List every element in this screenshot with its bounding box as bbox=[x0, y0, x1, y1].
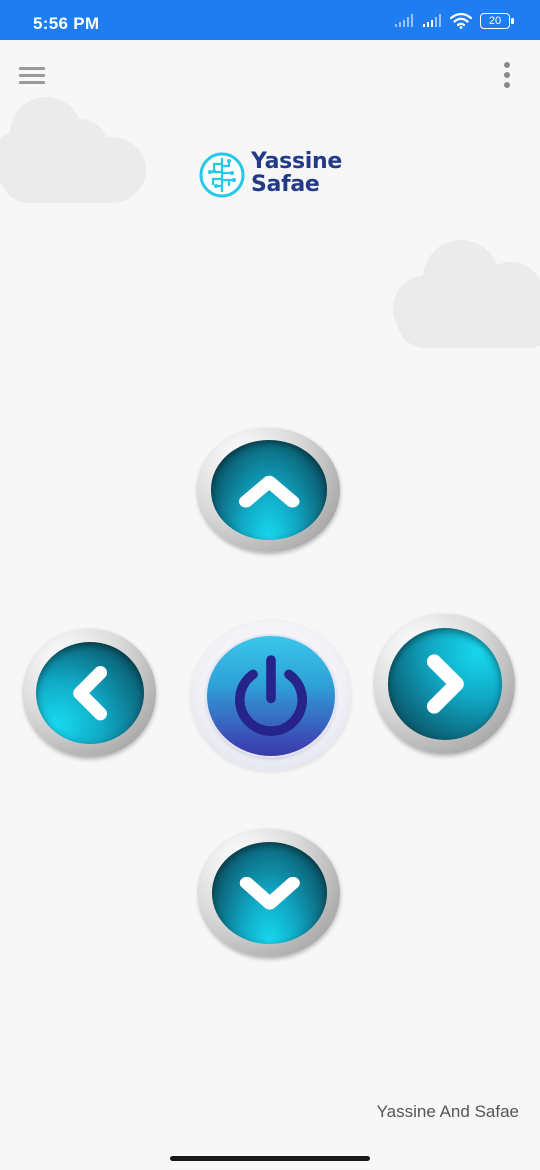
down-button-ring bbox=[199, 829, 340, 957]
circuit-brain-icon bbox=[199, 152, 245, 198]
chevron-left-icon bbox=[73, 665, 107, 721]
cloud-decoration bbox=[0, 95, 150, 207]
status-icons: 20 bbox=[394, 13, 514, 29]
chevron-down-icon bbox=[239, 876, 300, 910]
status-bar: 5:56 PM 20 bbox=[0, 0, 540, 40]
cloud-decoration bbox=[393, 240, 540, 350]
signal-icon bbox=[423, 14, 441, 27]
home-indicator[interactable] bbox=[170, 1156, 370, 1161]
brand-logo: Yassine Safae bbox=[199, 150, 349, 202]
power-button-ring bbox=[191, 621, 351, 771]
up-button-ring bbox=[198, 428, 340, 552]
up-button[interactable] bbox=[198, 428, 340, 552]
right-button-ring bbox=[375, 614, 515, 754]
hamburger-menu-icon[interactable] bbox=[14, 60, 50, 90]
battery-level: 20 bbox=[488, 15, 502, 27]
power-icon bbox=[235, 655, 307, 736]
wifi-icon bbox=[450, 13, 472, 29]
logo-line-1: Yassine bbox=[251, 149, 342, 174]
down-button[interactable] bbox=[199, 829, 340, 957]
down-button-face bbox=[211, 841, 328, 945]
left-button-ring bbox=[24, 629, 156, 757]
right-button-face bbox=[387, 628, 503, 740]
status-time: 5:56 PM bbox=[33, 14, 100, 33]
battery-icon: 20 bbox=[480, 13, 514, 29]
footer-label: Yassine And Safae bbox=[376, 1102, 519, 1121]
logo-line-2: Safae bbox=[251, 172, 320, 197]
signal-icon bbox=[395, 14, 413, 27]
right-button[interactable] bbox=[375, 614, 515, 754]
power-button[interactable] bbox=[191, 621, 351, 771]
left-button-face bbox=[35, 641, 145, 745]
up-button-face bbox=[210, 440, 328, 540]
more-vertical-icon[interactable] bbox=[494, 58, 520, 92]
power-button-face bbox=[207, 636, 335, 756]
logo-text: Yassine Safae bbox=[251, 150, 342, 196]
chevron-right-icon bbox=[426, 654, 464, 714]
chevron-up-icon bbox=[238, 476, 300, 508]
left-button[interactable] bbox=[24, 629, 156, 757]
